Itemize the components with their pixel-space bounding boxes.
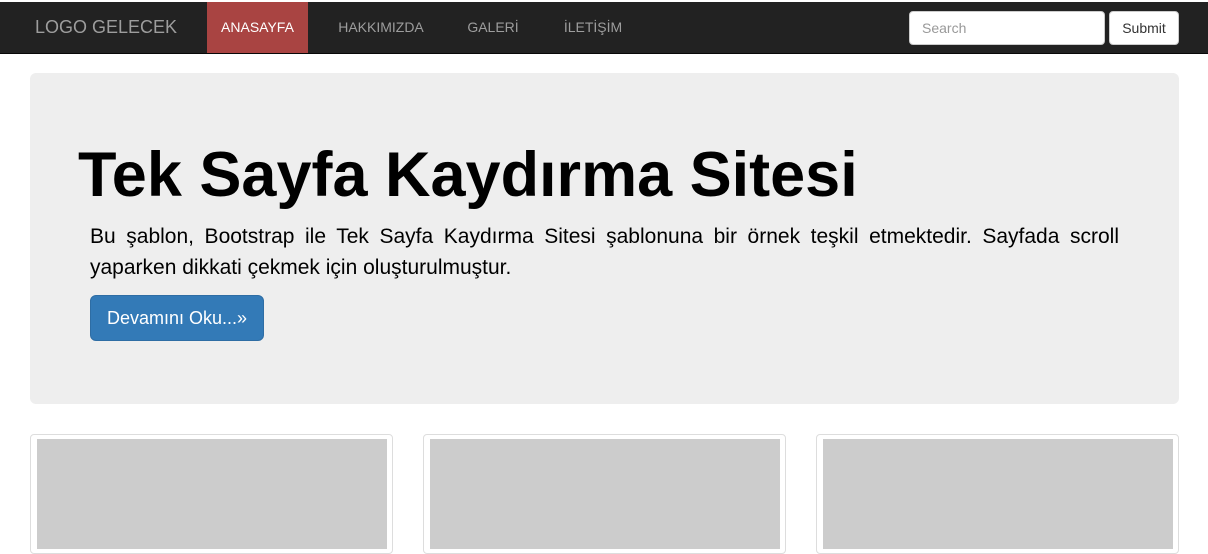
nav-item-iletisim[interactable]: İLETİŞİM — [549, 2, 637, 53]
top-navbar: LOGO GELECEK ANASAYFA HAKKIMIZDA GALERİ … — [0, 2, 1208, 54]
hero-description: Bu şablon, Bootstrap ile Tek Sayfa Kaydı… — [90, 225, 1119, 279]
thumbnail-card-3 — [816, 434, 1179, 554]
submit-button[interactable]: Submit — [1109, 11, 1179, 45]
thumbnail-image-placeholder — [430, 439, 780, 549]
page-title: Tek Sayfa Kaydırma Sitesi — [78, 140, 858, 210]
hero-jumbotron: Tek Sayfa Kaydırma Sitesi Bu şablon, Boo… — [30, 73, 1179, 404]
nav-item-anasayfa[interactable]: ANASAYFA — [207, 2, 308, 53]
nav-item-galeri[interactable]: GALERİ — [453, 2, 533, 53]
thumbnail-card-2 — [423, 434, 786, 554]
nav-item-hakkimizda[interactable]: HAKKIMIZDA — [323, 2, 439, 53]
search-input[interactable] — [909, 11, 1105, 45]
thumbnail-card-1 — [30, 434, 393, 554]
read-more-button[interactable]: Devamını Oku...» — [90, 295, 264, 341]
thumbnail-image-placeholder — [823, 439, 1173, 549]
thumbnail-image-placeholder — [37, 439, 387, 549]
brand-logo-link[interactable]: LOGO GELECEK — [35, 2, 177, 53]
